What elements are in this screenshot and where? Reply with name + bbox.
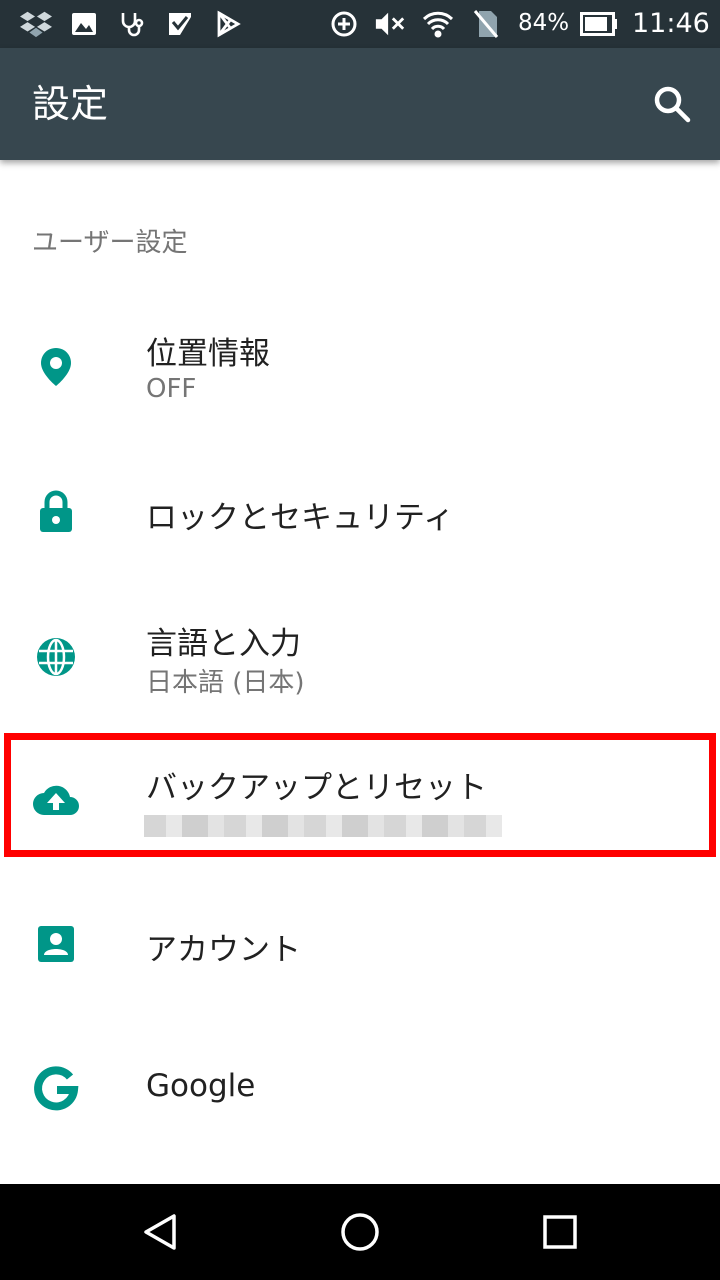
globe-icon bbox=[32, 633, 80, 681]
settings-item-title: アカウント bbox=[146, 932, 301, 968]
google-icon bbox=[32, 1064, 80, 1112]
stethoscope-icon bbox=[116, 8, 148, 40]
wifi-icon bbox=[422, 8, 454, 40]
settings-item-title: Google bbox=[146, 1068, 256, 1104]
location-icon bbox=[32, 343, 80, 391]
home-button[interactable] bbox=[336, 1208, 384, 1256]
no-sim-icon bbox=[470, 8, 502, 40]
lock-icon bbox=[32, 488, 80, 536]
search-icon bbox=[654, 86, 691, 123]
settings-item-location[interactable]: 位置情報 OFF bbox=[0, 296, 720, 438]
battery-icon bbox=[578, 8, 620, 40]
clock: 11:46 bbox=[632, 8, 710, 39]
back-icon bbox=[144, 1214, 176, 1250]
account-icon bbox=[32, 920, 80, 968]
settings-item-lock-security[interactable]: ロックとセキュリティ bbox=[0, 440, 720, 584]
settings-item-title: 位置情報 bbox=[146, 336, 270, 372]
dropbox-icon bbox=[20, 8, 52, 40]
settings-item-title: 言語と入力 bbox=[146, 626, 301, 662]
recents-icon bbox=[543, 1215, 577, 1249]
app-bar: 設定 bbox=[0, 48, 720, 160]
status-bar: 84% 11:46 bbox=[0, 0, 720, 48]
settings-item-google[interactable]: Google bbox=[0, 1018, 720, 1158]
image-icon bbox=[68, 8, 100, 40]
page-title: 設定 bbox=[32, 82, 109, 126]
section-header: ユーザー設定 bbox=[32, 228, 188, 258]
settings-item-language-input[interactable]: 言語と入力 日本語 (日本) bbox=[0, 586, 720, 728]
settings-item-summary: 日本語 (日本) bbox=[146, 668, 305, 698]
search-button[interactable] bbox=[648, 80, 696, 128]
settings-item-accounts[interactable]: アカウント bbox=[0, 872, 720, 1016]
home-icon bbox=[341, 1213, 379, 1251]
mute-icon bbox=[374, 8, 406, 40]
highlight-box bbox=[4, 733, 716, 857]
data-saver-icon bbox=[328, 8, 360, 40]
recents-button[interactable] bbox=[536, 1208, 584, 1256]
play-store-icon bbox=[212, 8, 244, 40]
navigation-bar bbox=[0, 1184, 720, 1280]
settings-item-title: ロックとセキュリティ bbox=[146, 500, 455, 536]
back-button[interactable] bbox=[136, 1208, 184, 1256]
battery-percent: 84% bbox=[518, 10, 570, 36]
settings-item-summary: OFF bbox=[146, 374, 197, 404]
checkmark-app-icon bbox=[164, 8, 196, 40]
